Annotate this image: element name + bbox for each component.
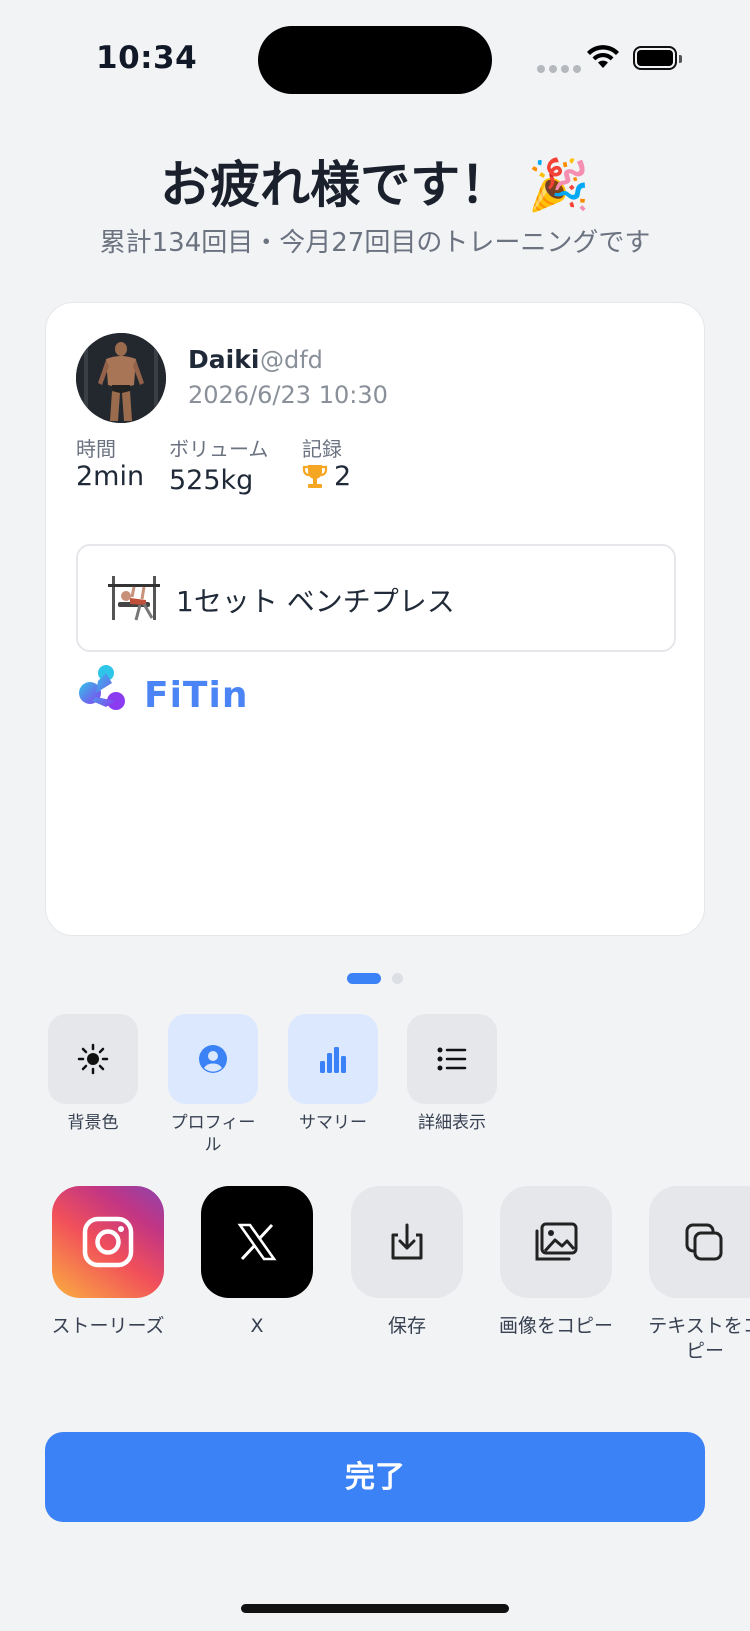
background-color-option[interactable] <box>48 1014 138 1104</box>
page-title: お疲れ様です！ 🎉 <box>0 145 750 217</box>
summary-label: サマリー <box>299 1113 367 1133</box>
workout-datetime: 2026/6/23 10:30 <box>188 381 388 409</box>
background-color-label: 背景色 <box>67 1113 119 1133</box>
user-handle: @dfd <box>260 346 323 374</box>
fitin-logo-icon <box>79 665 125 710</box>
user-name: Daiki <box>188 345 260 374</box>
bar-chart-icon <box>320 1047 346 1073</box>
title-text: お疲れ様です！ <box>160 156 511 214</box>
copy-image-label: 画像をコピー <box>498 1315 613 1337</box>
detail-view-label: 詳細表示 <box>418 1113 486 1133</box>
page-indicator-active[interactable] <box>347 973 381 984</box>
stat-label-time: 時間 <box>76 437 116 461</box>
bench-press-thumbnail <box>108 576 160 621</box>
cellular-signal-icon <box>537 65 581 73</box>
instagram-stories-button[interactable] <box>52 1186 164 1298</box>
summary-option[interactable] <box>288 1014 378 1104</box>
person-circle-icon <box>199 1045 227 1073</box>
trophy-icon <box>302 465 328 488</box>
copy-icon <box>685 1223 723 1261</box>
done-button[interactable]: 完了 <box>45 1432 705 1522</box>
x-share-button[interactable] <box>201 1186 313 1298</box>
battery-icon <box>633 46 682 70</box>
stat-value-time: 2min <box>76 461 145 492</box>
sun-icon <box>77 1043 109 1075</box>
instagram-stories-label: ストーリーズ <box>51 1315 165 1337</box>
profile-label: プロフィール <box>170 1113 256 1155</box>
stat-value-volume: 525kg <box>169 465 254 496</box>
workout-share-card[interactable]: Daiki @dfd 2026/6/23 10:30 時間 2min ボリューム… <box>45 302 705 936</box>
x-share-label: X <box>250 1315 264 1337</box>
instagram-icon <box>82 1216 134 1268</box>
stat-label-records: 記録 <box>302 437 342 461</box>
list-icon <box>437 1047 467 1071</box>
fitin-logo-text: FiTin <box>144 675 249 716</box>
party-popper-icon: 🎉 <box>527 156 590 214</box>
status-time: 10:34 <box>96 40 198 76</box>
image-icon <box>535 1222 578 1261</box>
x-logo-icon <box>237 1223 277 1261</box>
profile-option[interactable] <box>168 1014 258 1104</box>
stat-label-volume: ボリューム <box>169 437 269 461</box>
training-count-subtitle: 累計134回目・今月27回目のトレーニングです <box>99 228 651 258</box>
download-icon <box>391 1223 423 1260</box>
save-label: 保存 <box>387 1315 426 1337</box>
save-button[interactable] <box>351 1186 463 1298</box>
avatar <box>76 333 166 423</box>
exercise-label: 1セット ベンチプレス <box>176 585 455 618</box>
home-indicator[interactable] <box>241 1604 509 1613</box>
page-indicator-inactive[interactable] <box>392 973 403 984</box>
exercise-item[interactable]: 1セット ベンチプレス <box>76 544 676 652</box>
wifi-icon <box>587 45 619 68</box>
copy-text-button[interactable] <box>649 1186 750 1298</box>
stat-value-records: 2 <box>334 461 352 492</box>
dynamic-island <box>258 26 492 94</box>
copy-text-label: テキストをコピー <box>648 1315 750 1362</box>
copy-image-button[interactable] <box>500 1186 612 1298</box>
detail-view-option[interactable] <box>407 1014 497 1104</box>
